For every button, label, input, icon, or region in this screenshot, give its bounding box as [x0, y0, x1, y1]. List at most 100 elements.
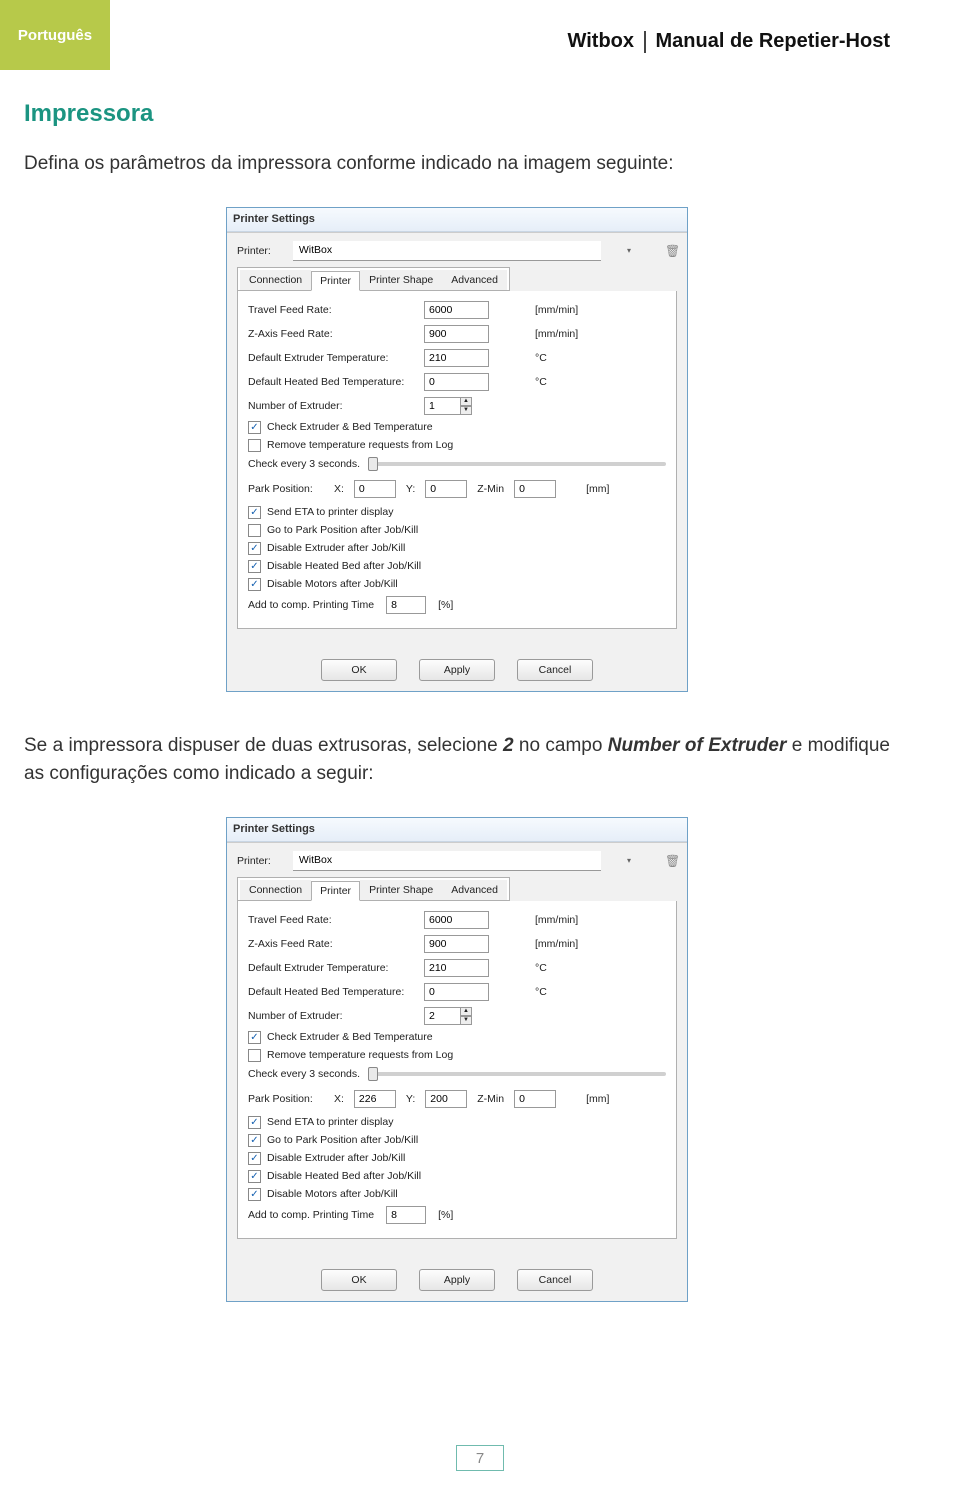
cancel-button[interactable]: Cancel: [517, 1269, 593, 1291]
tab-printer-shape[interactable]: Printer Shape: [360, 880, 442, 900]
ext-temp-input[interactable]: [424, 349, 489, 367]
check-interval-slider[interactable]: [368, 462, 666, 466]
tab-connection[interactable]: Connection: [240, 880, 311, 900]
delete-printer-icon[interactable]: 🗑: [665, 854, 677, 868]
disable-motors-checkbox[interactable]: ✓: [248, 1188, 261, 1201]
printer-dropdown-icon[interactable]: ▾: [623, 245, 635, 257]
apply-button[interactable]: Apply: [419, 659, 495, 681]
add-time-input[interactable]: [386, 1206, 426, 1224]
num-extruder-input[interactable]: [424, 1007, 460, 1025]
printer-name-input[interactable]: [293, 851, 601, 871]
unit-c: °C: [535, 986, 547, 998]
disable-bed-checkbox[interactable]: ✓: [248, 560, 261, 573]
disable-extruder-label: Disable Extruder after Job/Kill: [267, 542, 405, 554]
check-temp-label: Check Extruder & Bed Temperature: [267, 1031, 433, 1043]
zaxis-feed-input[interactable]: [424, 325, 489, 343]
tab-advanced[interactable]: Advanced: [442, 270, 507, 290]
mid-field: Number of Extruder: [608, 735, 787, 756]
spin-down-icon[interactable]: ▼: [460, 406, 472, 415]
tab-printer[interactable]: Printer: [311, 881, 360, 901]
park-x-input[interactable]: [354, 480, 396, 498]
send-eta-checkbox[interactable]: ✓: [248, 506, 261, 519]
language-tab: Português: [0, 0, 110, 70]
spin-up-icon[interactable]: ▲: [460, 1007, 472, 1016]
dialog-button-row: OK Apply Cancel: [227, 1251, 687, 1301]
header-right: Witbox Manual de Repetier-Host: [568, 30, 890, 53]
check-temp-checkbox[interactable]: ✓: [248, 1031, 261, 1044]
num-extruder-label: Number of Extruder:: [248, 1010, 418, 1022]
bed-temp-input[interactable]: [424, 373, 489, 391]
remove-log-checkbox[interactable]: [248, 1049, 261, 1062]
park-y-input[interactable]: [425, 480, 467, 498]
check-temp-checkbox[interactable]: ✓: [248, 421, 261, 434]
go-park-checkbox[interactable]: [248, 524, 261, 537]
unit-c: °C: [535, 352, 547, 364]
num-extruder-stepper[interactable]: ▲▼: [424, 397, 472, 415]
window-title: Printer Settings: [233, 823, 315, 835]
percent-label: [%]: [438, 1209, 453, 1221]
brand-name: Witbox: [568, 30, 634, 53]
disable-extruder-checkbox[interactable]: ✓: [248, 1152, 261, 1165]
ok-button[interactable]: OK: [321, 1269, 397, 1291]
travel-feed-input[interactable]: [424, 911, 489, 929]
add-time-input[interactable]: [386, 596, 426, 614]
tab-advanced[interactable]: Advanced: [442, 880, 507, 900]
go-park-label: Go to Park Position after Job/Kill: [267, 1134, 418, 1146]
tab-printer-shape[interactable]: Printer Shape: [360, 270, 442, 290]
delete-printer-icon[interactable]: 🗑: [665, 244, 677, 258]
disable-extruder-checkbox[interactable]: ✓: [248, 542, 261, 555]
go-park-checkbox[interactable]: ✓: [248, 1134, 261, 1147]
send-eta-checkbox[interactable]: ✓: [248, 1116, 261, 1129]
unit-c: °C: [535, 962, 547, 974]
printer-dropdown-icon[interactable]: ▾: [623, 855, 635, 867]
ext-temp-input[interactable]: [424, 959, 489, 977]
travel-feed-input[interactable]: [424, 301, 489, 319]
remove-log-label: Remove temperature requests from Log: [267, 1049, 453, 1061]
ext-temp-label: Default Extruder Temperature:: [248, 962, 418, 974]
language-label: Português: [18, 27, 92, 44]
park-zmin-label: Z-Min: [477, 483, 504, 495]
zaxis-feed-label: Z-Axis Feed Rate:: [248, 938, 418, 950]
park-unit: [mm]: [586, 483, 609, 495]
park-z-input[interactable]: [514, 1090, 556, 1108]
zaxis-feed-input[interactable]: [424, 935, 489, 953]
remove-log-checkbox[interactable]: [248, 439, 261, 452]
page-content: Impressora Defina os parâmetros da impre…: [0, 0, 960, 1302]
check-interval-slider[interactable]: [368, 1072, 666, 1076]
park-y-input[interactable]: [425, 1090, 467, 1108]
tab-connection[interactable]: Connection: [240, 270, 311, 290]
spin-up-icon[interactable]: ▲: [460, 397, 472, 406]
printer-panel-2: Travel Feed Rate: [mm/min] Z-Axis Feed R…: [237, 901, 677, 1239]
num-extruder-input[interactable]: [424, 397, 460, 415]
park-unit: [mm]: [586, 1093, 609, 1105]
ok-button[interactable]: OK: [321, 659, 397, 681]
bed-temp-input[interactable]: [424, 983, 489, 1001]
apply-button[interactable]: Apply: [419, 1269, 495, 1291]
slider-thumb[interactable]: [368, 1067, 378, 1081]
disable-bed-checkbox[interactable]: ✓: [248, 1170, 261, 1183]
unit-mmmin: [mm/min]: [535, 914, 578, 926]
dialog-button-row: OK Apply Cancel: [227, 641, 687, 691]
ext-temp-label: Default Extruder Temperature:: [248, 352, 418, 364]
park-x-input[interactable]: [354, 1090, 396, 1108]
unit-mmmin: [mm/min]: [535, 938, 578, 950]
tabs-strip: Connection Printer Printer Shape Advance…: [237, 877, 510, 901]
park-z-input[interactable]: [514, 480, 556, 498]
printer-name-input[interactable]: [293, 241, 601, 261]
travel-feed-label: Travel Feed Rate:: [248, 914, 418, 926]
slider-thumb[interactable]: [368, 457, 378, 471]
tabs-strip: Connection Printer Printer Shape Advance…: [237, 267, 510, 291]
unit-mmmin: [mm/min]: [535, 328, 578, 340]
spin-down-icon[interactable]: ▼: [460, 1016, 472, 1025]
park-position-label: Park Position:: [248, 483, 324, 495]
add-time-label: Add to comp. Printing Time: [248, 599, 374, 611]
disable-extruder-label: Disable Extruder after Job/Kill: [267, 1152, 405, 1164]
section-heading: Impressora: [24, 100, 890, 128]
num-extruder-stepper[interactable]: ▲▼: [424, 1007, 472, 1025]
park-zmin-label: Z-Min: [477, 1093, 504, 1105]
disable-motors-checkbox[interactable]: ✓: [248, 578, 261, 591]
send-eta-label: Send ETA to printer display: [267, 506, 393, 518]
park-position-label: Park Position:: [248, 1093, 324, 1105]
cancel-button[interactable]: Cancel: [517, 659, 593, 681]
tab-printer[interactable]: Printer: [311, 271, 360, 291]
